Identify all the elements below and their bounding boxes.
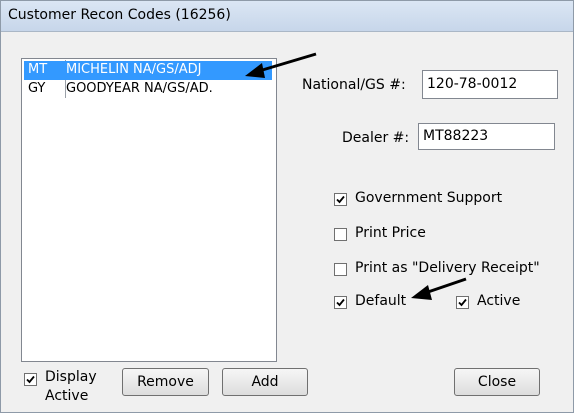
close-button[interactable]: Close bbox=[454, 368, 540, 396]
default-checkbox[interactable] bbox=[334, 296, 347, 309]
add-button[interactable]: Add bbox=[222, 368, 308, 396]
active-label[interactable]: Active bbox=[477, 293, 520, 309]
print-price-label[interactable]: Print Price bbox=[355, 225, 426, 241]
checkmark-icon bbox=[26, 375, 35, 384]
dealer-field[interactable]: MT88223 bbox=[418, 123, 555, 150]
government-support-checkbox[interactable] bbox=[334, 193, 347, 206]
print-as-delivery-receipt-checkbox[interactable] bbox=[334, 263, 347, 276]
checkmark-icon bbox=[336, 195, 345, 204]
remove-button[interactable]: Remove bbox=[122, 368, 209, 396]
default-label[interactable]: Default bbox=[355, 293, 406, 309]
recon-codes-list[interactable]: MT MICHELIN NA/GS/ADJ GY GOODYEAR NA/GS/… bbox=[21, 58, 277, 362]
annotation-arrow-icon bbox=[245, 52, 317, 78]
window-title: Customer Recon Codes (16256) bbox=[8, 7, 231, 23]
print-price-checkbox[interactable] bbox=[334, 228, 347, 241]
list-item-code: GY bbox=[28, 81, 46, 96]
display-active-label[interactable]: Display Active bbox=[45, 368, 109, 406]
list-item-description: MICHELIN NA/GS/ADJ bbox=[66, 62, 202, 77]
national-gs-field[interactable]: 120-78-0012 bbox=[422, 70, 558, 99]
list-item-code: MT bbox=[28, 62, 48, 77]
checkmark-icon bbox=[336, 298, 345, 307]
list-item-description: GOODYEAR NA/GS/AD. bbox=[66, 81, 213, 96]
title-bar: Customer Recon Codes (16256) bbox=[1, 1, 573, 32]
dealer-label: Dealer #: bbox=[342, 130, 410, 146]
display-active-checkbox[interactable] bbox=[24, 373, 37, 386]
government-support-label[interactable]: Government Support bbox=[355, 190, 502, 206]
customer-recon-codes-dialog: Customer Recon Codes (16256) MT MICHELIN… bbox=[0, 0, 574, 413]
annotation-arrow-icon bbox=[411, 277, 467, 300]
